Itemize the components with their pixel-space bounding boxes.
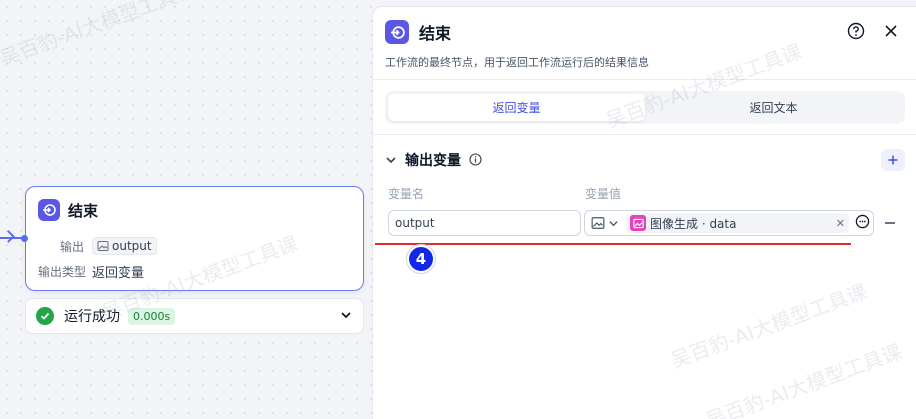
info-icon[interactable] [469,151,482,170]
variable-value-field[interactable]: 图像生成 · data ✕ [584,210,874,236]
plus-icon [888,155,898,165]
node-config-panel: 结束 工作流的最终节点，用于返回工作流运行后的结果信息 返回变量 返回文本 输出… [372,6,916,419]
node-title: 结束 [68,201,99,220]
close-icon[interactable] [883,23,899,39]
run-time-badge: 0.000s [128,307,176,325]
chevron-down-icon [609,220,618,226]
divider [373,134,916,135]
output-type-label: 输出类型 [38,265,87,279]
tab-return-text[interactable]: 返回文本 [645,94,902,121]
image-generation-icon [630,215,646,231]
run-status-card[interactable]: 运行成功 0.000s [25,298,364,334]
tab-return-variable[interactable]: 返回变量 [388,94,645,121]
run-status-text: 运行成功 [64,309,120,325]
return-mode-tabs: 返回变量 返回文本 [385,91,905,124]
variable-reference-chip[interactable]: 图像生成 · data ✕ [626,213,849,233]
annotation-badge: 4 [406,244,436,274]
output-var-name: output [112,239,152,253]
annotation-underline [375,243,851,245]
minus-icon [885,222,895,224]
annotation-number: 4 [409,247,433,271]
col-var-name: 变量名 [388,187,425,201]
add-variable-button[interactable] [881,149,905,171]
help-icon[interactable] [847,22,865,40]
value-type-select[interactable] [588,216,622,230]
variable-name-input[interactable] [388,210,581,236]
output-type-value: 返回变量 [92,266,145,281]
output-var-chip: output [92,237,157,255]
exit-icon [38,199,60,221]
node-input-handle[interactable] [21,235,28,242]
check-circle-icon [36,307,54,325]
reference-text: 图像生成 · data [650,216,737,231]
chevron-down-icon[interactable] [339,307,353,326]
divider [373,79,916,80]
end-node-card[interactable]: 结束 输出 output 输出类型 返回变量 [25,186,364,291]
output-label: 输出 [59,239,84,254]
variable-picker-icon[interactable] [855,214,870,233]
exit-icon [385,20,409,44]
section-title: 输出变量 [405,153,461,169]
image-icon [591,217,605,229]
col-var-value: 变量值 [585,187,622,201]
clear-icon[interactable]: ✕ [836,217,845,230]
chevron-down-icon[interactable] [385,151,397,170]
remove-variable-button[interactable] [883,215,897,229]
panel-description: 工作流的最终节点，用于返回工作流运行后的结果信息 [385,56,649,69]
panel-title: 结束 [419,24,452,43]
image-icon [97,241,109,251]
